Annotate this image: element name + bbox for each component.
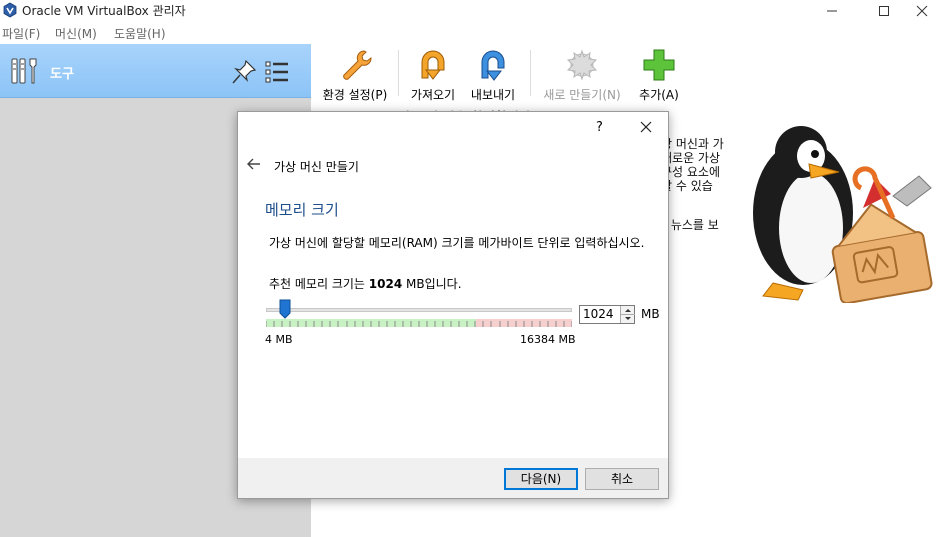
memory-unit-label: MB [641, 307, 660, 321]
import-button[interactable]: 가져오기 [405, 48, 461, 102]
wizard-title: 가상 머신 만들기 [274, 160, 359, 174]
wrench-icon [343, 50, 372, 80]
close-window-button[interactable] [899, 0, 945, 22]
back-arrow-icon[interactable] [247, 158, 261, 170]
maximize-icon [879, 6, 889, 16]
memory-size-input[interactable]: 1024 [583, 307, 614, 321]
window-title: Oracle VM VirtualBox 관리자 [22, 4, 186, 18]
page-title: 메모리 크기 [265, 201, 339, 219]
preferences-button[interactable]: 환경 설정(P) [317, 48, 393, 102]
toolbar-separator [398, 50, 399, 96]
spin-buttons[interactable] [620, 306, 635, 323]
page-description: 가상 머신에 할당할 메모리(RAM) 크기를 메가바이트 단위로 입력하십시오… [269, 236, 645, 250]
create-vm-dialog: ? 가상 머신 만들기 메모리 크기 가상 머신에 할당할 메모리(RAM) 크… [237, 111, 669, 499]
cancel-button[interactable]: 취소 [585, 468, 659, 490]
minimize-button[interactable] [809, 0, 855, 22]
memory-slider-scale [266, 319, 572, 327]
menu-file[interactable]: 파일(F) [2, 25, 40, 42]
slider-max-label: 16384 MB [520, 333, 576, 346]
tools-icon [11, 58, 37, 84]
next-button[interactable]: 다음(N) [504, 468, 578, 490]
new-icon [566, 49, 598, 81]
virtualbox-logo-icon [3, 2, 17, 18]
export-button[interactable]: 내보내기 [465, 48, 521, 102]
welcome-text: – 뉴스를 보 [661, 218, 719, 232]
dialog-content: ? 가상 머신 만들기 메모리 크기 가상 머신에 할당할 메모리(RAM) 크… [238, 112, 668, 458]
penguin-toolbox-illustration [753, 126, 933, 303]
pin-icon[interactable] [231, 59, 257, 85]
spin-up-down-icon [621, 309, 635, 320]
close-icon[interactable] [640, 121, 652, 133]
import-icon [421, 50, 445, 80]
minimize-icon [827, 10, 837, 12]
recommended-memory-value: 1024 [368, 277, 403, 291]
close-icon [916, 5, 928, 17]
toolbar-separator [530, 50, 531, 96]
sidebar-item-tools[interactable]: 도구 [0, 44, 311, 98]
recommended-memory-text: 추천 메모리 크기는 1024 MB입니다. [269, 277, 462, 291]
memory-slider-handle[interactable] [279, 299, 291, 319]
list-menu-icon[interactable] [264, 59, 290, 85]
add-plus-icon [643, 49, 675, 81]
title-bar: Oracle VM VirtualBox 관리자 [0, 0, 945, 22]
memory-size-spinbox[interactable]: 1024 [579, 305, 635, 324]
new-button[interactable]: 새로 만들기(N) [537, 48, 627, 102]
menu-machine[interactable]: 머신(M) [55, 25, 97, 42]
tools-label: 도구 [50, 67, 74, 82]
menu-help[interactable]: 도움말(H) [114, 25, 166, 42]
slider-min-label: 4 MB [265, 333, 293, 346]
export-icon [481, 50, 505, 81]
add-button[interactable]: 추가(A) [633, 48, 685, 102]
menu-bar: 파일(F) 머신(M) 도움말(H) [0, 22, 945, 44]
memory-slider-track[interactable] [266, 308, 572, 312]
help-button[interactable]: ? [596, 120, 603, 135]
